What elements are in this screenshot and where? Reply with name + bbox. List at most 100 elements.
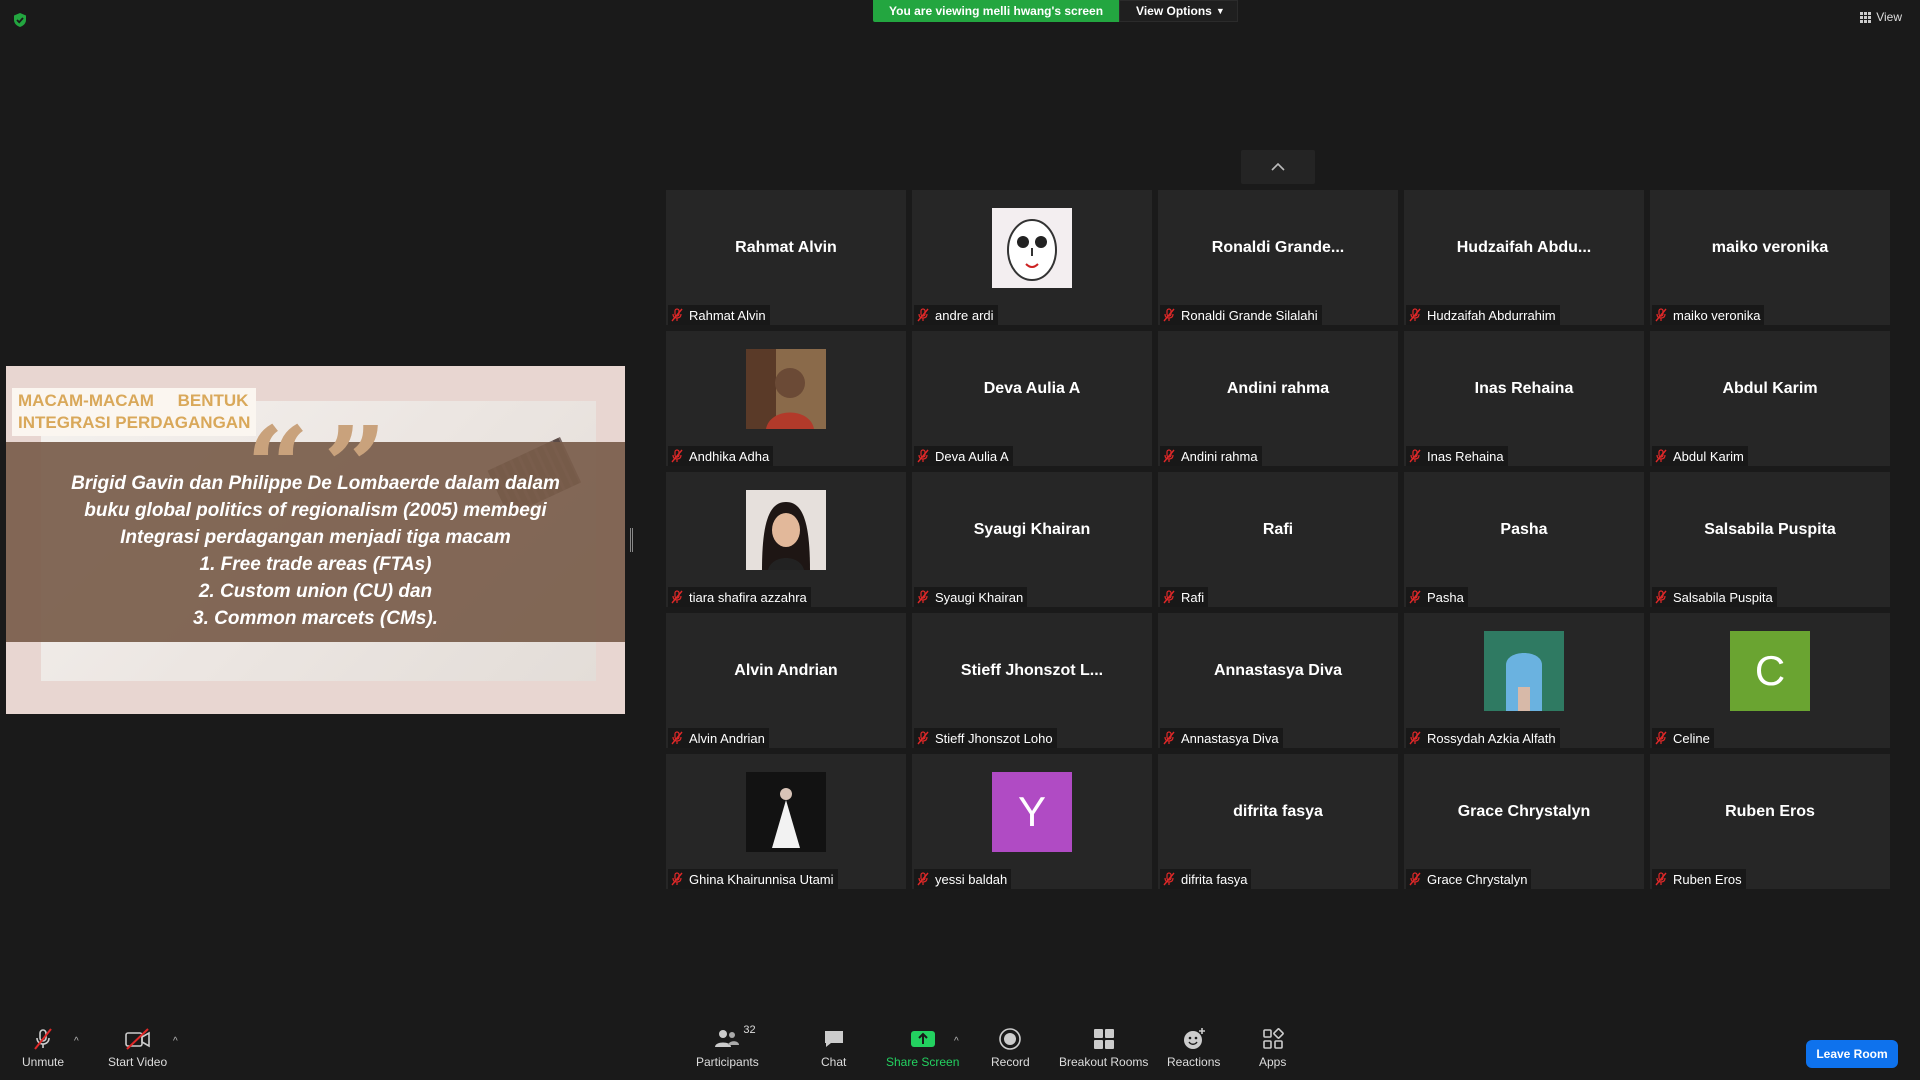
participant-name-label: maiko veronika: [1652, 305, 1765, 325]
security-shield-icon[interactable]: [12, 12, 28, 28]
tile-video-area: [666, 472, 906, 588]
participant-name: tiara shafira azzahra: [689, 589, 807, 605]
tile-video-area: Grace Chrystalyn: [1404, 754, 1644, 870]
participant-tile[interactable]: Rafi Rafi: [1158, 472, 1398, 607]
breakout-rooms-label: Breakout Rooms: [1059, 1055, 1149, 1069]
participant-name-label: difrita fasya: [1160, 869, 1252, 889]
participant-display-name: Salsabila Puspita: [1704, 521, 1836, 538]
participant-tile[interactable]: Annastasya Diva Annastasya Diva: [1158, 613, 1398, 748]
apps-icon: [1262, 1028, 1284, 1049]
participant-gallery: Rahmat Alvin Rahmat Alvin andre ardi Ronald…: [666, 190, 1890, 889]
participant-name: Pasha: [1427, 589, 1464, 605]
participant-display-name: Stieff Jhonszot L...: [960, 662, 1104, 679]
participant-tile[interactable]: Alvin Andrian Alvin Andrian: [666, 613, 906, 748]
record-button[interactable]: Record: [991, 1026, 1030, 1069]
participant-name: Ruben Eros: [1673, 871, 1742, 887]
tile-video-area: [912, 190, 1152, 306]
microphone-muted-icon: [917, 872, 929, 886]
participant-tile[interactable]: Ruben Eros Ruben Eros: [1650, 754, 1890, 889]
microphone-muted-icon: [1163, 872, 1175, 886]
participant-name-label: Celine: [1652, 728, 1714, 748]
reactions-smiley-icon: [1183, 1028, 1205, 1049]
participant-tile[interactable]: andre ardi: [912, 190, 1152, 325]
participant-tile[interactable]: Inas Rehaina Inas Rehaina: [1404, 331, 1644, 466]
share-options-caret[interactable]: ^: [954, 1036, 959, 1047]
tile-video-area: Inas Rehaina: [1404, 331, 1644, 447]
participant-name: difrita fasya: [1181, 871, 1248, 887]
participant-tile[interactable]: Andini rahma Andini rahma: [1158, 331, 1398, 466]
video-options-caret[interactable]: ^: [173, 1036, 178, 1047]
reactions-button[interactable]: Reactions: [1167, 1026, 1220, 1069]
participant-tile[interactable]: tiara shafira azzahra: [666, 472, 906, 607]
viewing-screen-text: You are viewing melli hwang's screen: [873, 0, 1120, 22]
participant-name: Salsabila Puspita: [1673, 589, 1773, 605]
chat-button[interactable]: Chat: [821, 1026, 846, 1069]
microphone-muted-icon: [1163, 308, 1175, 322]
shared-screen[interactable]: MACAM-MACAM BENTUK INTEGRASI PERDAGANGAN…: [6, 366, 625, 714]
participant-tile[interactable]: Abdul Karim Abdul Karim: [1650, 331, 1890, 466]
slide-line: buku global politics of regionalism (200…: [84, 500, 547, 521]
participants-button[interactable]: 32 Participants: [696, 1024, 759, 1069]
participant-name-label: Salsabila Puspita: [1652, 587, 1777, 607]
microphone-muted-icon: [917, 308, 929, 322]
microphone-muted-icon: [1409, 731, 1421, 745]
breakout-rooms-button[interactable]: Breakout Rooms: [1059, 1026, 1148, 1069]
tile-video-area: Annastasya Diva: [1158, 613, 1398, 729]
participant-tile[interactable]: difrita fasya difrita fasya: [1158, 754, 1398, 889]
audio-options-caret[interactable]: ^: [74, 1036, 79, 1047]
participant-name: yessi baldah: [935, 871, 1008, 887]
participant-name: Celine: [1673, 730, 1710, 746]
participant-tile[interactable]: Rahmat Alvin Rahmat Alvin: [666, 190, 906, 325]
participants-icon: [715, 1030, 740, 1047]
participant-name: Abdul Karim: [1673, 448, 1744, 464]
participant-name: Annastasya Diva: [1181, 730, 1279, 746]
participant-name-label: Ronaldi Grande Silalahi: [1160, 305, 1322, 325]
participant-name-label: tiara shafira azzahra: [668, 587, 811, 607]
avatar-photo: [1484, 631, 1564, 711]
view-options-button[interactable]: View Options ▼: [1119, 0, 1238, 22]
participant-display-name: Syaugi Khairan: [973, 521, 1091, 538]
slide-line: Brigid Gavin dan Philippe De Lombaerde d…: [71, 473, 560, 494]
participant-name: Ghina Khairunnisa Utami: [689, 871, 834, 887]
gallery-page-up-button[interactable]: [1241, 150, 1315, 184]
participant-display-name: Rafi: [1262, 521, 1294, 538]
tile-video-area: Hudzaifah Abdu...: [1404, 190, 1644, 306]
participant-name: Grace Chrystalyn: [1427, 871, 1528, 887]
panel-resize-handle[interactable]: [630, 528, 633, 552]
tile-video-area: Rahmat Alvin: [666, 190, 906, 306]
participant-display-name: Abdul Karim: [1722, 380, 1818, 397]
tile-video-area: [666, 331, 906, 447]
meeting-toolbar: Unmute ^ Start Video ^ 32 Participants C…: [0, 1016, 1920, 1080]
participant-tile[interactable]: Andhika Adha: [666, 331, 906, 466]
screen-share-banner: You are viewing melli hwang's screen Vie…: [873, 0, 1238, 22]
participant-tile[interactable]: Salsabila Puspita Salsabila Puspita: [1650, 472, 1890, 607]
microphone-muted-icon: [1655, 590, 1667, 604]
record-label: Record: [991, 1055, 1030, 1069]
start-video-label: Start Video: [108, 1055, 168, 1069]
participant-tile[interactable]: Yyessi baldah: [912, 754, 1152, 889]
participant-tile[interactable]: maiko veronika maiko veronika: [1650, 190, 1890, 325]
share-screen-button[interactable]: Share Screen: [886, 1026, 959, 1069]
apps-button[interactable]: Apps: [1259, 1026, 1286, 1069]
participant-tile[interactable]: Deva Aulia A Deva Aulia A: [912, 331, 1152, 466]
participant-tile[interactable]: Rossydah Azkia Alfath: [1404, 613, 1644, 748]
participant-display-name: Ruben Eros: [1725, 803, 1815, 820]
share-screen-icon: [910, 1031, 935, 1047]
share-screen-label: Share Screen: [886, 1055, 960, 1069]
leave-room-button[interactable]: Leave Room: [1806, 1040, 1898, 1068]
start-video-button[interactable]: Start Video: [108, 1026, 167, 1069]
participant-tile[interactable]: Pasha Pasha: [1404, 472, 1644, 607]
tile-video-area: Y: [912, 754, 1152, 870]
participant-tile[interactable]: C Celine: [1650, 613, 1890, 748]
participant-tile[interactable]: Stieff Jhonszot L... Stieff Jhonszot Loho: [912, 613, 1152, 748]
participant-name: Ronaldi Grande Silalahi: [1181, 307, 1318, 323]
participant-tile[interactable]: Hudzaifah Abdu... Hudzaifah Abdurrahim: [1404, 190, 1644, 325]
view-button[interactable]: View: [1860, 10, 1902, 24]
participant-tile[interactable]: Grace Chrystalyn Grace Chrystalyn: [1404, 754, 1644, 889]
participant-tile[interactable]: Ronaldi Grande... Ronaldi Grande Silalahi: [1158, 190, 1398, 325]
participant-name: Inas Rehaina: [1427, 448, 1504, 464]
participant-tile[interactable]: Ghina Khairunnisa Utami: [666, 754, 906, 889]
participant-tile[interactable]: Syaugi Khairan Syaugi Khairan: [912, 472, 1152, 607]
participant-name: maiko veronika: [1673, 307, 1761, 323]
unmute-button[interactable]: Unmute: [22, 1026, 64, 1069]
